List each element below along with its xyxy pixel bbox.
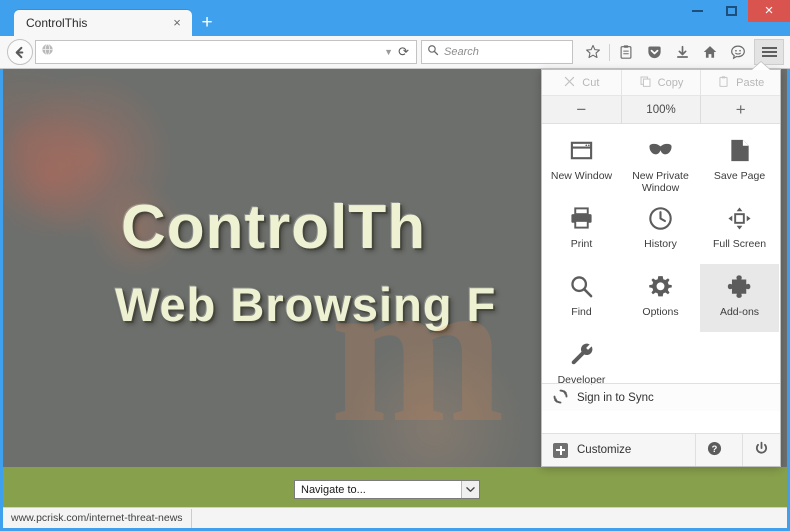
menu-grid: New Window New Private Window Save Page … [542, 124, 780, 400]
menu-item-label: Full Screen [712, 238, 767, 250]
maximize-button[interactable] [714, 0, 748, 22]
status-link-text: www.pcrisk.com/internet-threat-news [3, 508, 192, 528]
title-bar: ControlThis × + × [0, 0, 790, 36]
sign-in-to-sync-button[interactable]: Sign in to Sync [542, 383, 780, 411]
scissors-icon [563, 75, 576, 91]
cut-button[interactable]: Cut [542, 70, 621, 96]
menu-item-label: Save Page [713, 170, 766, 182]
search-input[interactable]: Search [421, 40, 573, 64]
copy-icon [639, 75, 652, 91]
menu-item-find[interactable]: Find [542, 264, 621, 332]
clipboard-icon [717, 75, 730, 91]
zoom-out-label: − [576, 99, 587, 119]
menu-footer: Customize ? [542, 433, 780, 466]
downloads-icon[interactable] [668, 39, 696, 66]
puzzle-icon [727, 273, 753, 299]
back-button[interactable] [6, 39, 33, 66]
sync-icon [553, 389, 568, 407]
url-bar[interactable]: ▼ ⟳ [35, 40, 417, 64]
wrench-icon [569, 341, 595, 367]
close-window-button[interactable]: × [748, 0, 790, 22]
tab-title: ControlThis [26, 16, 88, 30]
browser-window: ControlThis × + × ▼ ⟳ Search ControlTh W… [0, 0, 790, 531]
navigation-toolbar: ▼ ⟳ Search [0, 36, 790, 69]
hamburger-line [761, 51, 777, 53]
menu-item-full-screen[interactable]: Full Screen [700, 196, 779, 264]
bookmark-star-icon[interactable] [579, 39, 607, 66]
minimize-button[interactable] [680, 0, 714, 22]
chevron-down-icon[interactable] [461, 481, 479, 498]
window-controls: × [680, 0, 790, 22]
menu-item-options[interactable]: Options [621, 264, 700, 332]
tab-close-icon[interactable]: × [170, 16, 184, 30]
search-placeholder: Search [444, 46, 479, 58]
menu-item-print[interactable]: Print [542, 196, 621, 264]
copy-label: Copy [657, 76, 684, 89]
menu-item-new-window[interactable]: New Window [542, 128, 621, 196]
edit-controls-row: Cut Copy Paste [542, 70, 780, 96]
magnifier-icon [569, 273, 595, 299]
new-tab-button[interactable]: + [192, 12, 222, 36]
browser-tab[interactable]: ControlThis × [14, 10, 192, 36]
reload-icon[interactable]: ⟳ [398, 44, 411, 60]
menu-item-label: Print [570, 238, 593, 250]
plus-square-icon [553, 442, 568, 458]
copy-button[interactable]: Copy [620, 70, 701, 96]
zoom-level-reset-button[interactable]: 100% [620, 95, 701, 124]
tab-strip: ControlThis × + [14, 10, 222, 36]
paste-label: Paste [736, 76, 765, 89]
menu-item-save-page[interactable]: Save Page [700, 128, 779, 196]
menu-item-label: History [644, 238, 677, 250]
menu-item-add-ons[interactable]: Add-ons [700, 264, 779, 332]
hamburger-line [761, 47, 777, 49]
toolbar-separator [609, 43, 610, 61]
power-icon [754, 441, 769, 459]
minimize-icon [691, 10, 703, 12]
new-window-icon [569, 137, 595, 163]
menu-item-new-private-window[interactable]: New Private Window [621, 128, 700, 196]
hello-chat-icon[interactable] [724, 39, 752, 66]
navigate-to-select[interactable]: Navigate to... [294, 480, 480, 499]
printer-icon [569, 205, 595, 231]
back-arrow-icon [6, 39, 33, 65]
quit-button[interactable] [742, 434, 780, 466]
menu-item-label: Find [571, 306, 592, 318]
pocket-icon[interactable] [640, 39, 668, 66]
zoom-in-button[interactable]: + [700, 95, 780, 124]
customize-label[interactable]: Customize [577, 444, 631, 456]
globe-favicon-icon [41, 43, 54, 61]
page-icon [727, 137, 753, 163]
app-menu-panel: Cut Copy Paste − 100% + New Window New P… [541, 69, 781, 467]
zoom-level-label: 100% [646, 103, 676, 116]
home-icon[interactable] [696, 39, 724, 66]
svg-text:?: ? [712, 444, 718, 454]
navigate-to-value: Navigate to... [301, 483, 366, 496]
sync-label: Sign in to Sync [577, 391, 654, 404]
cut-label: Cut [582, 76, 600, 89]
zoom-out-button[interactable]: − [542, 96, 621, 124]
paste-button[interactable]: Paste [700, 70, 780, 96]
gear-icon [648, 273, 674, 299]
menu-item-label: Add-ons [719, 306, 760, 318]
zoom-controls-row: − 100% + [542, 95, 780, 124]
zoom-in-label: + [735, 99, 746, 119]
maximize-icon [725, 6, 737, 16]
reader-list-icon[interactable] [612, 39, 640, 66]
menu-item-label: New Window [550, 170, 613, 182]
status-bar: www.pcrisk.com/internet-threat-news [3, 507, 787, 528]
mask-icon [648, 137, 674, 163]
url-dropmarker-icon[interactable]: ▼ [379, 47, 398, 57]
menu-item-label: Options [642, 306, 679, 318]
close-icon: × [764, 2, 774, 19]
fullscreen-icon [727, 205, 753, 231]
search-icon [427, 43, 439, 61]
help-button[interactable]: ? [695, 434, 733, 466]
clock-icon [648, 205, 674, 231]
help-icon: ? [707, 441, 722, 459]
menu-item-label: New Private Window [632, 170, 689, 194]
menu-item-history[interactable]: History [621, 196, 700, 264]
menu-panel-arrow [752, 62, 770, 70]
hamburger-line [761, 55, 777, 57]
